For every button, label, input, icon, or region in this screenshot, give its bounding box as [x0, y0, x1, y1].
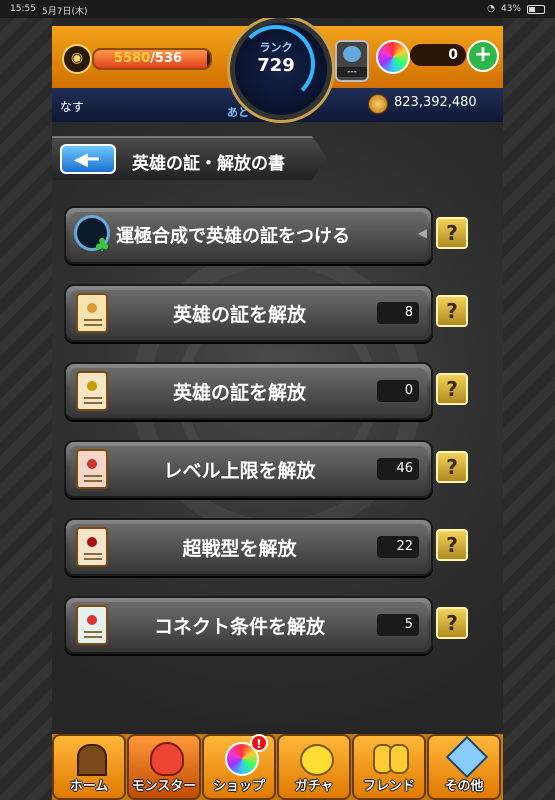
gold-coin-icon — [368, 94, 388, 114]
orb-slot-button[interactable]: --- — [335, 40, 369, 82]
orb-slot-label: --- — [337, 67, 367, 77]
ring-clover-icon: ♣ — [72, 213, 112, 256]
gacha-egg-icon — [296, 740, 334, 776]
menu-row-label: 英雄の証を解放 — [172, 382, 306, 404]
scroll-icon — [76, 371, 108, 411]
scroll-icon — [76, 605, 108, 645]
back-arrow-icon: ◀━ — [74, 149, 99, 170]
menu-row-label: 超戦型を解放 — [182, 538, 297, 560]
help-button[interactable]: ? — [436, 451, 468, 483]
help-button[interactable]: ? — [436, 529, 468, 561]
scroll-beetle-icon — [72, 525, 112, 567]
menu-row-label: 英雄の証を解放 — [172, 304, 306, 326]
nav-tab-label: ショップ — [212, 779, 265, 794]
help-button[interactable]: ? — [436, 217, 468, 249]
page-title-bar: ◀━ 英雄の証・解放の書 — [52, 136, 327, 180]
nav-tab-gacha-egg[interactable]: ガチャ — [277, 734, 351, 800]
scroll-connect-icon — [72, 603, 112, 645]
menu-row-label: コネクト条件を解放 — [153, 616, 325, 638]
help-button[interactable]: ? — [436, 295, 468, 327]
stamina-max: /536 — [150, 51, 183, 66]
menu-row[interactable]: レベル上限を解放 46 — [64, 440, 433, 498]
orb-count: 0 — [410, 44, 466, 66]
nav-tab-label: その他 — [444, 779, 484, 794]
menu-row[interactable]: 英雄の証を解放 0 — [64, 362, 433, 420]
right-side-panel — [503, 18, 555, 800]
menu-row-count: 46 — [377, 458, 419, 480]
help-button[interactable]: ? — [436, 607, 468, 639]
status-date: 5月7日(木) — [42, 7, 88, 17]
scroll-mark — [87, 615, 97, 625]
back-button[interactable]: ◀━ — [60, 144, 116, 174]
scroll-icon — [76, 293, 108, 333]
scroll-icon — [76, 527, 108, 567]
scroll-gold-icon — [72, 369, 112, 411]
player-name: なす — [60, 100, 85, 114]
nav-tab-monster[interactable]: モンスター — [127, 734, 201, 800]
nav-tab-other[interactable]: その他 — [427, 734, 501, 800]
left-side-panel — [0, 18, 52, 800]
scroll-mark — [87, 381, 97, 391]
nav-tab-home-gate[interactable]: ホーム — [52, 734, 126, 800]
orb-icon — [376, 40, 410, 74]
scroll-mark — [87, 303, 97, 313]
stamina-current: 5580 — [114, 51, 151, 66]
menu-row[interactable]: ♣ 運極合成で英雄の証をつける ◀ — [64, 206, 433, 264]
other-icon — [445, 735, 489, 779]
home-gate-icon — [71, 740, 109, 776]
help-button[interactable]: ? — [436, 373, 468, 405]
game-screen: ◉ 5580/536 --- 0 + なす あと 752866 823,392,… — [52, 18, 503, 800]
menu-row-count: 8 — [377, 302, 419, 324]
nav-tab-label: フレンド — [362, 779, 415, 794]
add-orb-button[interactable]: + — [467, 40, 499, 72]
battery-percent: 43% — [500, 4, 521, 14]
nav-tab-label: ガチャ — [294, 779, 334, 794]
rank-label: ランク — [259, 41, 293, 54]
scroll-gold-icon — [72, 291, 112, 333]
notification-badge: ! — [250, 734, 268, 752]
status-bar: 15:55 5月7日(木) ◔ 43% — [0, 0, 555, 18]
nav-tab-label: モンスター — [131, 779, 197, 794]
menu-row-label: レベル上限を解放 — [163, 460, 316, 482]
menu-row[interactable]: 英雄の証を解放 8 — [64, 284, 433, 342]
status-time: 15:55 — [10, 4, 36, 14]
menu-row-label: 運極合成で英雄の証をつける — [116, 226, 350, 247]
page-title: 英雄の証・解放の書 — [132, 154, 285, 174]
battery-icon — [527, 4, 545, 14]
scroll-red-icon — [72, 447, 112, 489]
menu-row-count: 0 — [377, 380, 419, 402]
menu-row[interactable]: 超戦型を解放 22 — [64, 518, 433, 576]
friends-icon — [371, 740, 409, 774]
scroll-icon — [76, 449, 108, 489]
nav-tab-orb-shop[interactable]: ショップ ! — [202, 734, 276, 800]
stamina-text: 5580/536 — [114, 51, 182, 66]
stamina-icon: ◉ — [62, 44, 92, 74]
scroll-mark — [87, 537, 97, 547]
status-right: ◔ 43% — [487, 4, 545, 14]
stamina-bar: 5580/536 — [92, 48, 212, 70]
rank-value: 729 — [257, 55, 295, 76]
scroll-mark — [87, 459, 97, 469]
bottom-nav: ホーム モンスター ショップ ! ガチャ フレンド その他 — [52, 734, 503, 800]
chevron-left-icon: ◀ — [417, 226, 427, 240]
menu-row[interactable]: コネクト条件を解放 5 — [64, 596, 433, 654]
wifi-icon: ◔ — [487, 4, 495, 14]
menu-row-count: 5 — [377, 614, 419, 636]
gold-amount: 823,392,480 — [394, 95, 477, 110]
rank-badge[interactable]: ランク 729 — [230, 18, 332, 120]
nav-tab-friends[interactable]: フレンド — [352, 734, 426, 800]
slot-icon — [343, 46, 361, 62]
monster-icon — [146, 740, 184, 776]
nav-tab-label: ホーム — [69, 779, 109, 794]
clover-icon: ♣ — [94, 235, 111, 256]
menu-row-count: 22 — [377, 536, 419, 558]
